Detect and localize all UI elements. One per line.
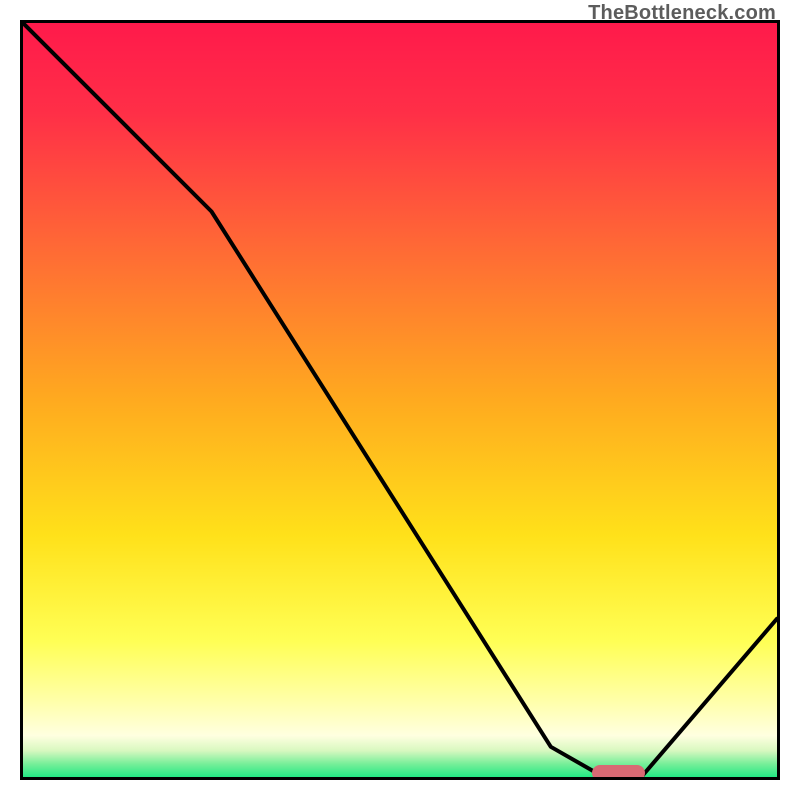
highlight-marker [592,765,645,780]
chart-frame [20,20,780,780]
bottleneck-curve [23,23,777,777]
